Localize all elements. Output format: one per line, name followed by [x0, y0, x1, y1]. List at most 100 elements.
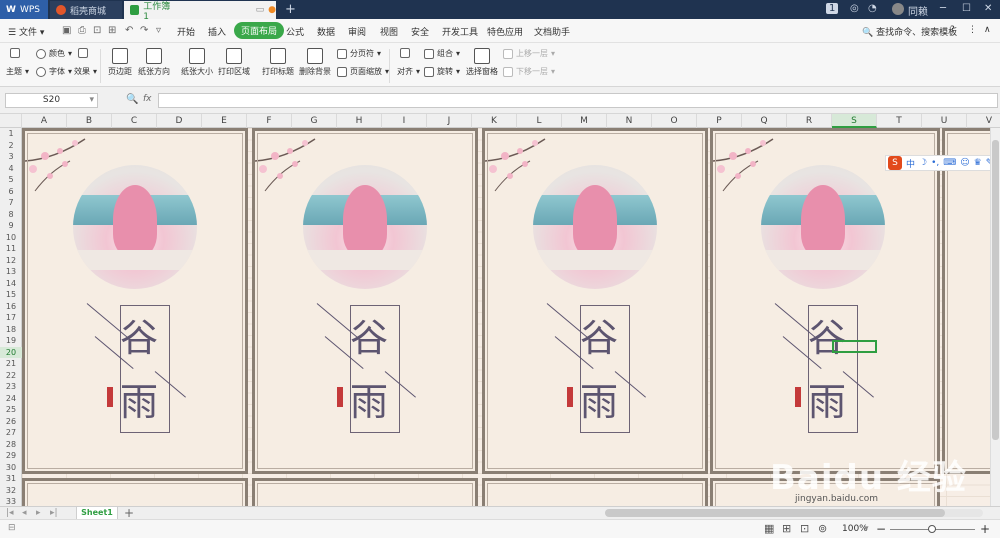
tab-wps[interactable]: W WPS — [0, 0, 48, 19]
row-header-8[interactable]: 8 — [0, 209, 22, 221]
row-header-30[interactable]: 30 — [0, 462, 22, 474]
skin-icon[interactable]: ◎ — [850, 3, 859, 14]
new-tab-button[interactable]: + — [285, 2, 296, 17]
column-header-g[interactable]: G — [292, 114, 337, 128]
rotate-button[interactable]: 旋转 ▾ — [424, 66, 460, 77]
punctuation-icon[interactable]: •, — [931, 158, 939, 168]
row-header-23[interactable]: 23 — [0, 381, 22, 393]
row-header-24[interactable]: 24 — [0, 393, 22, 405]
ribbon-toggle-icon[interactable]: ∧ — [984, 25, 991, 35]
poster-card[interactable]: 谷 雨 — [252, 128, 478, 474]
row-header-17[interactable]: 17 — [0, 312, 22, 324]
orientation-button[interactable]: 纸张方向 — [138, 48, 170, 77]
column-header-d[interactable]: D — [157, 114, 202, 128]
row-header-27[interactable]: 27 — [0, 427, 22, 439]
zoom-out-button[interactable]: − — [876, 522, 886, 536]
name-box[interactable]: S20 ▾ — [5, 93, 98, 108]
delete-background-button[interactable]: 删除背景 — [299, 48, 331, 77]
column-header-m[interactable]: M — [562, 114, 607, 128]
row-header-14[interactable]: 14 — [0, 278, 22, 290]
row-header-29[interactable]: 29 — [0, 450, 22, 462]
row-header-11[interactable]: 11 — [0, 243, 22, 255]
column-header-o[interactable]: O — [652, 114, 697, 128]
menu-review[interactable]: 审阅 — [348, 25, 366, 38]
colors-button[interactable]: 颜色 ▾ — [36, 48, 72, 59]
close-icon[interactable]: ✕ — [984, 3, 992, 14]
user-name[interactable]: 同赖 — [908, 3, 928, 18]
keyboard-icon[interactable]: ⌨ — [943, 158, 956, 168]
print-titles-button[interactable]: 打印标题 — [262, 48, 294, 77]
row-header-31[interactable]: 31 — [0, 473, 22, 485]
column-header-e[interactable]: E — [202, 114, 247, 128]
column-header-n[interactable]: N — [607, 114, 652, 128]
column-header-a[interactable]: A — [22, 114, 67, 128]
undo-icon[interactable]: ↶ — [125, 25, 133, 36]
minimize-icon[interactable]: ─ — [940, 3, 946, 14]
menu-special[interactable]: 特色应用 — [487, 25, 523, 38]
moon-icon[interactable]: ☽ — [919, 158, 927, 168]
column-header-i[interactable]: I — [382, 114, 427, 128]
row-header-28[interactable]: 28 — [0, 439, 22, 451]
row-header-13[interactable]: 13 — [0, 266, 22, 278]
zoom-in-button[interactable]: + — [980, 522, 990, 536]
scroll-thumb[interactable] — [992, 140, 999, 440]
poster-card-partial[interactable] — [22, 478, 248, 506]
column-header-u[interactable]: U — [922, 114, 967, 128]
row-header-19[interactable]: 19 — [0, 335, 22, 347]
skin-shirt-icon[interactable]: ♛ — [974, 158, 982, 168]
tab-docer-store[interactable]: 稻壳商城 — [50, 1, 122, 19]
menu-formula[interactable]: 公式 — [286, 25, 304, 38]
print-area-button[interactable]: 打印区域 — [218, 48, 250, 77]
fonts-button[interactable]: 字体 ▾ — [36, 66, 72, 77]
menu-data[interactable]: 数据 — [317, 25, 335, 38]
macro-icon[interactable]: ⊟ — [8, 523, 16, 533]
vertical-scrollbar[interactable] — [990, 128, 1000, 506]
select-all-corner[interactable] — [0, 114, 22, 128]
last-sheet-icon[interactable]: ▸| — [50, 508, 58, 518]
menu-security[interactable]: 安全 — [411, 25, 429, 38]
zoom-dropdown-icon[interactable]: ▾ — [864, 524, 869, 534]
column-header-t[interactable]: T — [877, 114, 922, 128]
zoom-slider[interactable] — [890, 525, 975, 533]
redo-icon[interactable]: ↷ — [140, 25, 148, 36]
avatar[interactable] — [892, 3, 904, 15]
fx-button[interactable]: fx — [143, 94, 152, 104]
theme-button[interactable]: 主题 ▾ — [6, 66, 29, 77]
page-break-button[interactable]: 分页符 ▾ — [337, 48, 381, 59]
row-header-22[interactable]: 22 — [0, 370, 22, 382]
align-button[interactable]: 对齐 ▾ — [397, 66, 420, 77]
reading-mode-icon[interactable]: ⊚ — [818, 522, 827, 535]
save-icon[interactable]: ▣ — [62, 25, 71, 36]
first-sheet-icon[interactable]: |◂ — [6, 508, 14, 518]
user-icon[interactable]: ☺ — [960, 158, 969, 168]
bring-forward-button[interactable]: 上移一层 ▾ — [503, 48, 555, 59]
normal-view-icon[interactable]: ▦ — [764, 522, 774, 535]
maximize-icon[interactable]: ☐ — [962, 3, 971, 14]
column-header-q[interactable]: Q — [742, 114, 787, 128]
column-header-s[interactable]: S — [832, 114, 877, 128]
margins-button[interactable]: 页边距 — [108, 48, 132, 77]
menu-insert[interactable]: 插入 — [208, 25, 226, 38]
page-break-view-icon[interactable]: ⊞ — [782, 522, 791, 535]
poster-card[interactable]: 谷 雨 — [482, 128, 708, 474]
row-header-25[interactable]: 25 — [0, 404, 22, 416]
effects-icon-btn[interactable] — [78, 48, 88, 58]
next-sheet-icon[interactable]: ▸ — [36, 508, 41, 518]
column-header-h[interactable]: H — [337, 114, 382, 128]
print-icon[interactable]: ⎙ — [78, 25, 86, 36]
column-header-p[interactable]: P — [697, 114, 742, 128]
row-header-32[interactable]: 32 — [0, 485, 22, 497]
effects-button[interactable]: 效果 ▾ — [74, 66, 97, 77]
column-header-r[interactable]: R — [787, 114, 832, 128]
row-header-7[interactable]: 7 — [0, 197, 22, 209]
group-button[interactable]: 组合 ▾ — [424, 48, 460, 59]
tab-workbook[interactable]: 工作簿1 ▭ ● — [124, 1, 276, 22]
menu-developer[interactable]: 开发工具 — [442, 25, 478, 38]
row-header-10[interactable]: 10 — [0, 232, 22, 244]
poster-card[interactable]: 谷 雨 — [710, 128, 940, 474]
row-header-21[interactable]: 21 — [0, 358, 22, 370]
poster-card-partial[interactable] — [252, 478, 478, 506]
selection-pane-button[interactable]: 选择窗格 — [466, 48, 498, 77]
row-header-3[interactable]: 3 — [0, 151, 22, 163]
menu-start[interactable]: 开始 — [177, 25, 195, 38]
